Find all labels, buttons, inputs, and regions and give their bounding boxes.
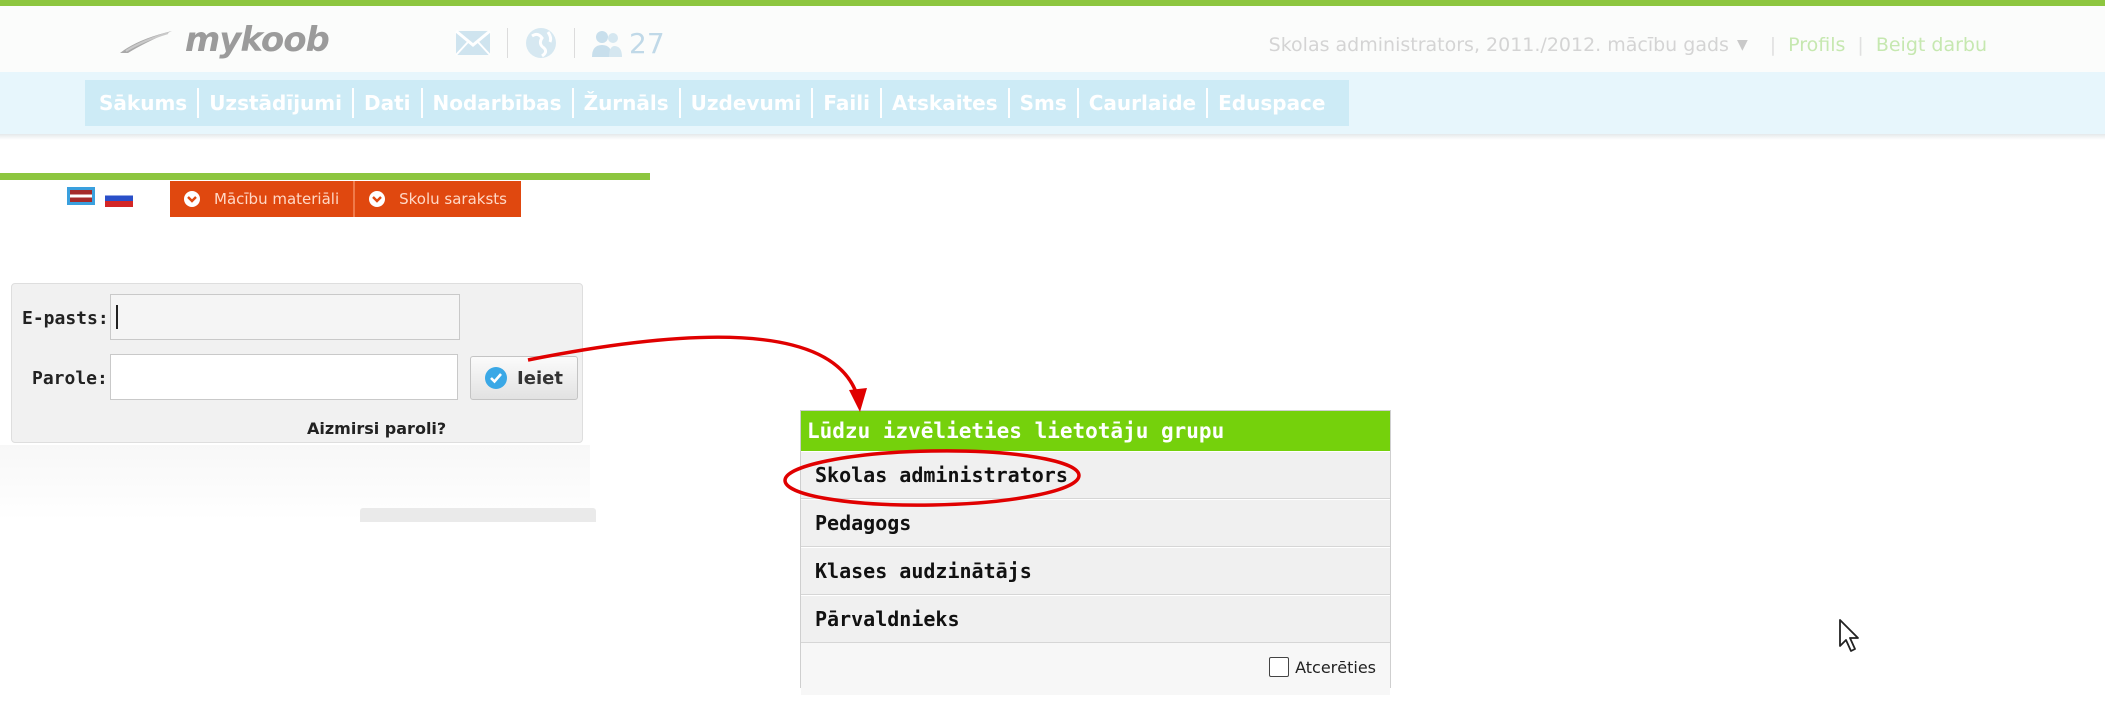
nav-item-sakums[interactable]: Sākums (99, 88, 197, 118)
panel-edge (360, 508, 596, 522)
forgot-password-link[interactable]: Aizmirsi paroli? (307, 419, 446, 438)
group-option-school-admin[interactable]: Skolas administrators (801, 451, 1390, 499)
main-nav: Sākums Uzstādījumi Dati Nodarbības Žurnā… (0, 72, 2105, 134)
divider: | (1769, 34, 1777, 56)
group-option-teacher[interactable]: Pedagogs (801, 499, 1390, 547)
logo-swoosh-icon (120, 30, 172, 53)
mail-icon[interactable] (455, 30, 491, 56)
check-icon (485, 367, 508, 389)
nav-item-sms[interactable]: Sms (1007, 88, 1077, 118)
email-label: E-pasts: (22, 308, 109, 329)
nav-item-uzdevumi[interactable]: Uzdevumi (678, 88, 812, 118)
nav-item-uzstadijumi[interactable]: Uzstādījumi (197, 88, 352, 118)
latvian-flag-icon[interactable] (67, 187, 95, 205)
chevron-down-icon (369, 191, 386, 207)
nav-item-dati[interactable]: Dati (352, 88, 421, 118)
login-button-label: Ieiet (517, 367, 563, 389)
divider (507, 28, 508, 58)
password-field[interactable] (110, 354, 458, 400)
nav-item-eduspace[interactable]: Eduspace (1206, 88, 1335, 118)
nav-item-nodarbibas[interactable]: Nodarbības (420, 88, 572, 118)
nav-item-faili[interactable]: Faili (811, 88, 880, 118)
mouse-pointer-icon (1839, 619, 1859, 652)
profile-link[interactable]: Profils (1788, 34, 1845, 56)
annotation-arrowhead-icon (849, 388, 867, 412)
people-icon[interactable] (591, 27, 623, 59)
group-option-manager[interactable]: Pārvaldnieks (801, 595, 1390, 643)
tab-study-materials[interactable]: Mācību materiāli (170, 181, 356, 217)
remember-label: Atcerēties (1295, 657, 1376, 677)
top-header: mykoob 27 Skolas administrators, 2011./2… (0, 0, 2105, 72)
nav-menu: Sākums Uzstādījumi Dati Nodarbības Žurnā… (85, 80, 1350, 126)
top-icons: 27 (455, 26, 665, 60)
globe-icon[interactable] (524, 26, 558, 60)
remember-checkbox[interactable]: Atcerēties (1269, 657, 1376, 677)
group-option-class-teacher[interactable]: Klases audzinātājs (801, 547, 1390, 595)
checkbox-box[interactable] (1269, 657, 1290, 677)
divider: | (1857, 34, 1864, 56)
email-field[interactable] (110, 294, 460, 340)
logout-link[interactable]: Beigt darbu (1876, 34, 1987, 56)
chevron-down-icon (184, 191, 200, 207)
nav-item-zurnals[interactable]: Žurnāls (571, 88, 679, 118)
login-button[interactable]: Ieiet (470, 356, 578, 400)
logo[interactable]: mykoob (118, 20, 330, 60)
role-period-text[interactable]: Skolas administrators, 2011./2012. mācīb… (1269, 34, 1729, 56)
tab-label: Skolu saraksts (399, 190, 507, 208)
tab-school-list[interactable]: Skolu saraksts (355, 181, 521, 217)
notification-count[interactable]: 27 (629, 27, 665, 60)
password-label: Parole: (32, 368, 108, 389)
resource-tabs: Mācību materiāli Skolu saraksts (170, 181, 521, 217)
nav-item-atskaites[interactable]: Atskaites (879, 88, 1008, 118)
nav-shadow (0, 134, 2105, 140)
russian-flag-icon[interactable] (105, 190, 133, 207)
login-form: E-pasts: Parole: Ieiet Aizmirsi paroli? (11, 283, 583, 443)
logo-text: mykoob (184, 20, 330, 60)
group-panel-footer: Atcerēties (801, 643, 1390, 695)
tab-label: Mācību materiāli (214, 190, 340, 208)
accent-line (0, 173, 650, 180)
text-cursor (116, 305, 118, 329)
role-period-selector[interactable]: Skolas administrators, 2011./2012. mācīb… (1269, 34, 1987, 56)
nav-item-caurlaide[interactable]: Caurlaide (1076, 88, 1206, 118)
chevron-down-icon[interactable]: ▼ (1737, 37, 1748, 53)
divider (574, 28, 575, 58)
group-panel-title: Lūdzu izvēlieties lietotāju grupu (801, 411, 1390, 451)
user-group-panel: Lūdzu izvēlieties lietotāju grupu Skolas… (800, 410, 1391, 695)
